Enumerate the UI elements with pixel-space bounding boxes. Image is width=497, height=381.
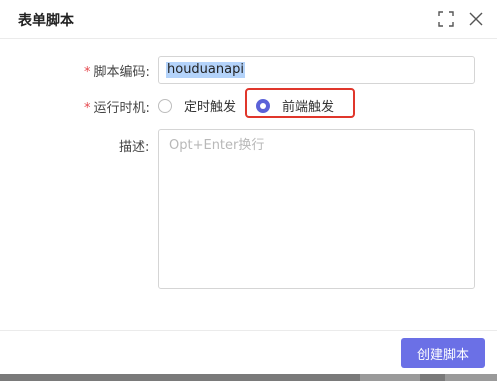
required-mark: *: [84, 65, 91, 80]
dialog-header: 表单脚本: [0, 0, 497, 39]
description-textarea[interactable]: Opt+Enter换行: [158, 129, 475, 289]
create-script-button[interactable]: 创建脚本: [401, 338, 485, 368]
form-script-dialog: 表单脚本 * 脚本编码: houduanapi * 运行时机: 定时触发 前端触发 …: [0, 0, 497, 381]
fullscreen-icon[interactable]: [437, 10, 455, 28]
highlight-box: [245, 88, 355, 118]
close-icon[interactable]: [467, 10, 485, 28]
background-segment: [360, 374, 420, 381]
description-label: 描述:: [119, 140, 150, 155]
script-code-input[interactable]: houduanapi: [158, 56, 475, 84]
script-code-label-text: 脚本编码:: [93, 65, 150, 80]
script-code-label: * 脚本编码:: [84, 61, 150, 80]
dialog-title: 表单脚本: [18, 13, 74, 29]
background-strip: [0, 374, 497, 381]
radio-scheduled-trigger[interactable]: 定时触发: [158, 96, 236, 115]
background-segment: [445, 374, 497, 381]
trigger-time-label: * 运行时机:: [84, 97, 150, 116]
script-code-value: houduanapi: [166, 62, 245, 78]
trigger-time-label-text: 运行时机:: [93, 101, 150, 116]
required-mark: *: [84, 101, 91, 116]
radio-circle: [158, 98, 172, 113]
radio-scheduled-trigger-label: 定时触发: [184, 100, 237, 115]
description-placeholder: Opt+Enter换行: [169, 138, 265, 153]
